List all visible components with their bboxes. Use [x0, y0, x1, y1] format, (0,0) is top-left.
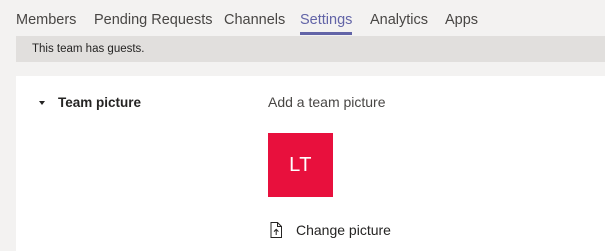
tab-bar: Members Pending Requests Channels Settin… [0, 0, 605, 35]
team-picture-section-title: Team picture [58, 95, 142, 110]
guests-banner: This team has guests. [16, 36, 605, 62]
tab-channels[interactable]: Channels [224, 11, 285, 29]
team-avatar: LT [268, 133, 333, 197]
tab-analytics[interactable]: Analytics [370, 11, 428, 29]
settings-panel: Team picture Add a team picture LT Chang… [16, 76, 605, 251]
change-picture-button[interactable]: Change picture [268, 220, 408, 242]
tab-settings-label: Settings [300, 12, 353, 28]
tab-pending-requests[interactable]: Pending Requests [94, 11, 213, 29]
add-team-picture-label: Add a team picture [268, 94, 386, 110]
guests-banner-text: This team has guests. [32, 43, 145, 55]
change-picture-label: Change picture [296, 222, 391, 238]
active-tab-indicator [300, 32, 353, 35]
chevron-down-icon [39, 101, 45, 105]
tab-apps[interactable]: Apps [445, 11, 478, 29]
tab-members[interactable]: Members [16, 11, 76, 29]
upload-file-icon [270, 222, 282, 238]
tab-settings[interactable]: Settings [300, 11, 353, 35]
team-picture-section-toggle[interactable]: Team picture [36, 94, 176, 114]
